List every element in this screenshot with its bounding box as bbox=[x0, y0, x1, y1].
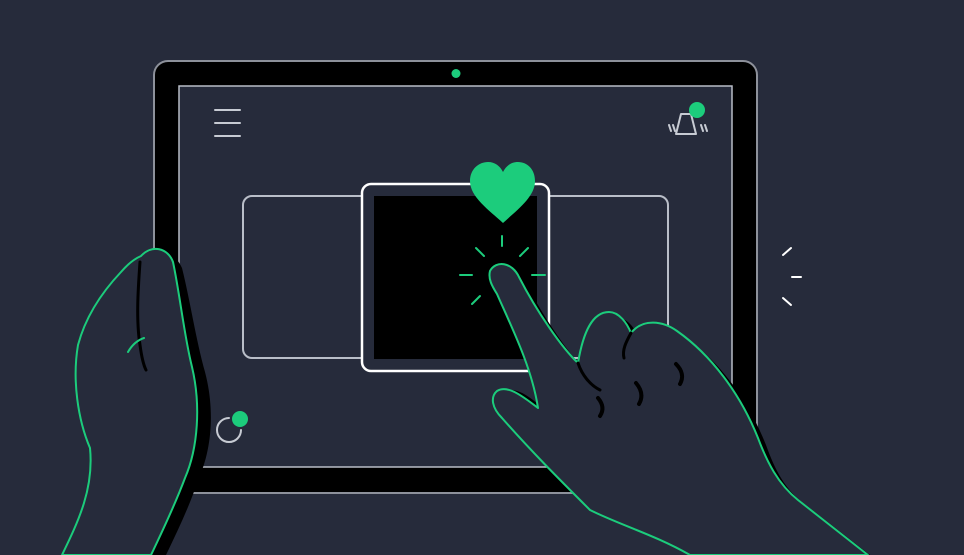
notification-dot-icon bbox=[689, 102, 705, 118]
motion-marks-icon bbox=[782, 247, 802, 306]
camera-dot bbox=[451, 69, 461, 78]
illustration bbox=[0, 0, 964, 555]
refresh-notification-dot bbox=[232, 411, 248, 427]
